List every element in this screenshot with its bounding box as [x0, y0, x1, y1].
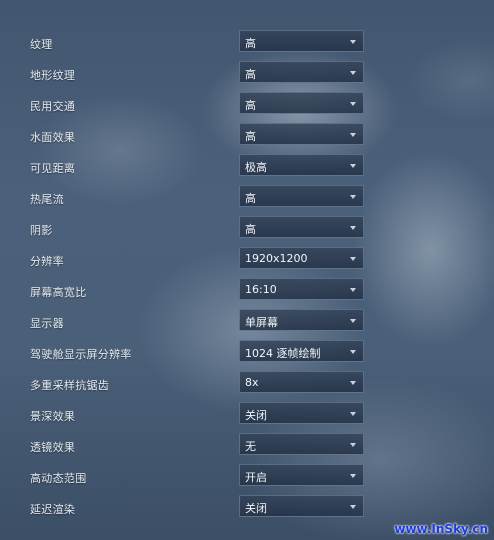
- setting-label: 可见距离: [30, 162, 76, 175]
- setting-label: 分辨率: [30, 255, 64, 268]
- setting-row-deferred-rendering: 延迟渲染 关闭: [0, 493, 494, 524]
- aspect-ratio-dropdown[interactable]: 16:10: [239, 278, 364, 300]
- lens-effects-dropdown[interactable]: 无: [239, 433, 364, 455]
- setting-row-water-effects: 水面效果 高: [0, 121, 494, 152]
- terrain-texture-dropdown[interactable]: 高: [239, 61, 364, 83]
- setting-row-civil-traffic: 民用交通 高: [0, 90, 494, 121]
- setting-row-cockpit-display-resolution: 驾驶舱显示屏分辨率 1024 逐帧绘制: [0, 338, 494, 369]
- chevron-down-icon: [350, 381, 356, 385]
- cockpit-display-resolution-dropdown[interactable]: 1024 逐帧绘制: [239, 340, 364, 362]
- chevron-down-icon: [350, 164, 356, 168]
- dropdown-value: 开启: [245, 471, 267, 484]
- setting-row-lens-effects: 透镜效果 无: [0, 431, 494, 462]
- setting-row-hdr: 高动态范围 开启: [0, 462, 494, 493]
- dropdown-value: 关闭: [245, 502, 267, 515]
- setting-row-view-distance: 可见距离 极高: [0, 152, 494, 183]
- chevron-down-icon: [350, 195, 356, 199]
- view-distance-dropdown[interactable]: 极高: [239, 154, 364, 176]
- site-watermark: www.InSky.cn: [394, 522, 488, 536]
- setting-label: 水面效果: [30, 131, 76, 144]
- setting-label: 高动态范围: [30, 472, 87, 485]
- chevron-down-icon: [350, 133, 356, 137]
- dropdown-value: 1920x1200: [245, 252, 308, 265]
- chevron-down-icon: [350, 350, 356, 354]
- dropdown-value: 高: [245, 99, 256, 112]
- setting-row-heat-blur: 热尾流 高: [0, 183, 494, 214]
- chevron-down-icon: [350, 288, 356, 292]
- chevron-down-icon: [350, 319, 356, 323]
- dropdown-value: 关闭: [245, 409, 267, 422]
- chevron-down-icon: [350, 71, 356, 75]
- setting-row-monitor: 显示器 单屏幕: [0, 307, 494, 338]
- dropdown-value: 高: [245, 130, 256, 143]
- graphics-settings-list: 纹理 高 地形纹理 高 民用交通 高 水面效果 高 可见距离 极高 热尾流 高 …: [0, 0, 494, 540]
- setting-row-terrain-texture: 地形纹理 高: [0, 59, 494, 90]
- setting-row-aspect-ratio: 屏幕高宽比 16:10: [0, 276, 494, 307]
- dropdown-value: 单屏幕: [245, 316, 278, 329]
- chevron-down-icon: [350, 443, 356, 447]
- setting-label: 屏幕高宽比: [30, 286, 87, 299]
- msaa-dropdown[interactable]: 8x: [239, 371, 364, 393]
- setting-label: 驾驶舱显示屏分辨率: [30, 348, 132, 361]
- water-effects-dropdown[interactable]: 高: [239, 123, 364, 145]
- hdr-dropdown[interactable]: 开启: [239, 464, 364, 486]
- monitor-dropdown[interactable]: 单屏幕: [239, 309, 364, 331]
- depth-of-field-dropdown[interactable]: 关闭: [239, 402, 364, 424]
- dropdown-value: 高: [245, 223, 256, 236]
- chevron-down-icon: [350, 257, 356, 261]
- dropdown-value: 1024 逐帧绘制: [245, 347, 321, 360]
- setting-label: 地形纹理: [30, 69, 76, 82]
- setting-label: 纹理: [30, 38, 53, 51]
- setting-label: 景深效果: [30, 410, 76, 423]
- setting-label: 透镜效果: [30, 441, 76, 454]
- setting-label: 热尾流: [30, 193, 64, 206]
- chevron-down-icon: [350, 102, 356, 106]
- dropdown-value: 高: [245, 192, 256, 205]
- chevron-down-icon: [350, 505, 356, 509]
- setting-label: 显示器: [30, 317, 64, 330]
- chevron-down-icon: [350, 474, 356, 478]
- setting-row-resolution: 分辨率 1920x1200: [0, 245, 494, 276]
- chevron-down-icon: [350, 412, 356, 416]
- dropdown-value: 16:10: [245, 283, 277, 296]
- shadows-dropdown[interactable]: 高: [239, 216, 364, 238]
- dropdown-value: 高: [245, 37, 256, 50]
- heat-blur-dropdown[interactable]: 高: [239, 185, 364, 207]
- dropdown-value: 极高: [245, 161, 267, 174]
- civil-traffic-dropdown[interactable]: 高: [239, 92, 364, 114]
- setting-label: 多重采样抗锯齿: [30, 379, 110, 392]
- setting-label: 延迟渲染: [30, 503, 76, 516]
- chevron-down-icon: [350, 40, 356, 44]
- setting-row-texture: 纹理 高: [0, 28, 494, 59]
- dropdown-value: 高: [245, 68, 256, 81]
- setting-row-depth-of-field: 景深效果 关闭: [0, 400, 494, 431]
- dropdown-value: 无: [245, 440, 256, 453]
- deferred-rendering-dropdown[interactable]: 关闭: [239, 495, 364, 517]
- setting-row-msaa: 多重采样抗锯齿 8x: [0, 369, 494, 400]
- setting-label: 阴影: [30, 224, 53, 237]
- dropdown-value: 8x: [245, 376, 259, 389]
- setting-label: 民用交通: [30, 100, 76, 113]
- setting-row-shadows: 阴影 高: [0, 214, 494, 245]
- chevron-down-icon: [350, 226, 356, 230]
- resolution-dropdown[interactable]: 1920x1200: [239, 247, 364, 269]
- texture-dropdown[interactable]: 高: [239, 30, 364, 52]
